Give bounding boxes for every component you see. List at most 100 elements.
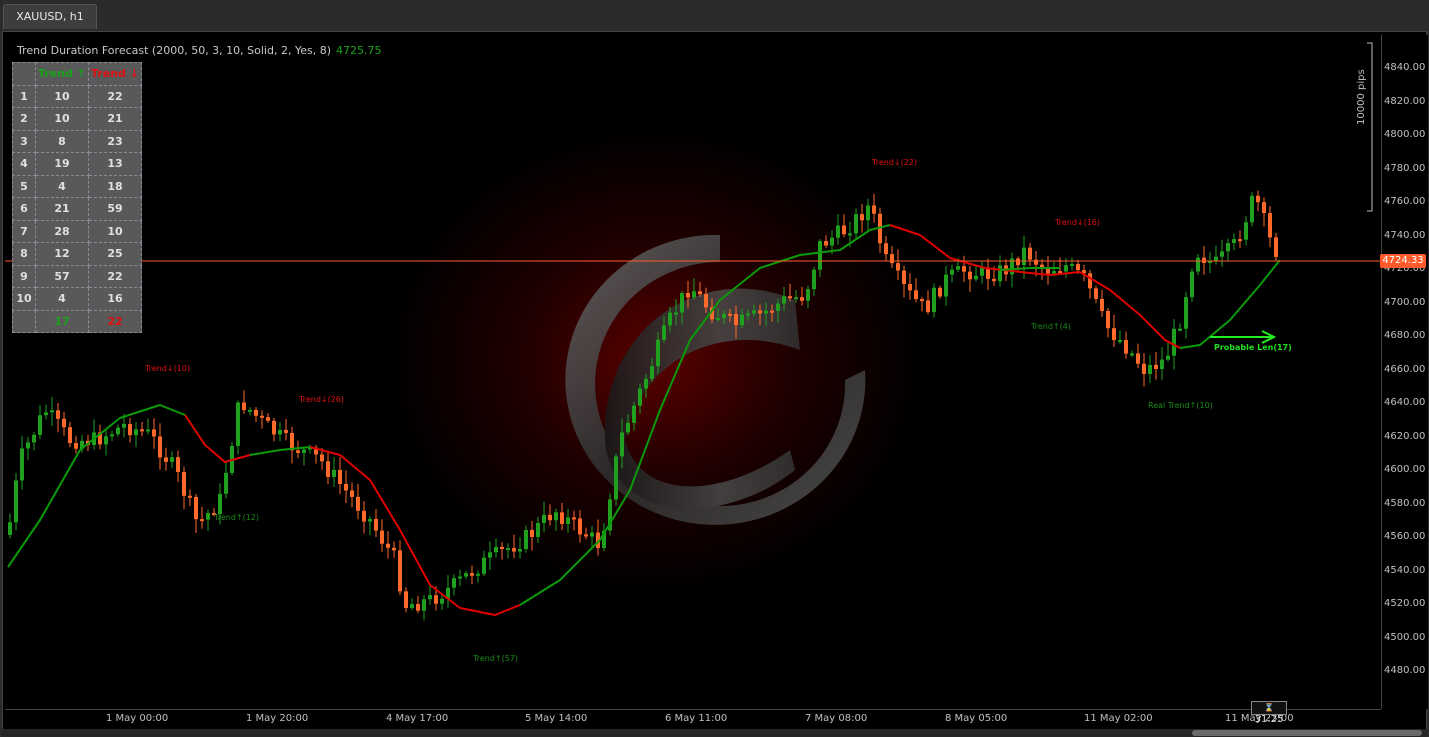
- candle-body: [758, 310, 762, 314]
- candle-body: [848, 233, 852, 236]
- candle-body: [566, 517, 570, 524]
- candle-body: [776, 303, 780, 311]
- table-row: 6 21 59: [12, 197, 142, 221]
- price-tick-label: 4820.00: [1384, 95, 1426, 107]
- candle-body: [494, 546, 498, 553]
- candle-body: [440, 598, 444, 604]
- candle-body: [488, 552, 492, 558]
- candle-body: [338, 469, 342, 484]
- row-index: 2: [12, 107, 36, 131]
- scrollbar-thumb[interactable]: [1192, 730, 1422, 736]
- candle-body: [242, 402, 246, 410]
- candle-body: [374, 518, 378, 531]
- price-tick-label: 4560.00: [1384, 531, 1426, 542]
- row-index: 3: [12, 129, 36, 153]
- candle-body: [914, 290, 918, 300]
- ctrader-logo-icon: [565, 234, 866, 525]
- candle-body: [650, 366, 654, 379]
- candle-body: [560, 512, 564, 524]
- candle-body: [1268, 213, 1272, 238]
- candle-body: [284, 429, 288, 433]
- candle-body: [458, 576, 462, 579]
- candle-body: [998, 265, 1002, 282]
- candle-body: [1190, 271, 1194, 298]
- candle-body: [956, 266, 960, 270]
- candle-body: [1232, 239, 1236, 244]
- candle-body: [104, 436, 108, 445]
- candle-body: [1058, 271, 1062, 274]
- candle-body: [464, 573, 468, 577]
- candle-body: [1148, 364, 1152, 374]
- candle-body: [824, 241, 828, 246]
- price-tick-label: 4700.00: [1384, 296, 1426, 308]
- candle-body: [896, 263, 900, 271]
- candle-body: [620, 432, 624, 457]
- annotation-trend-up-57: Trend↑(57): [473, 654, 519, 663]
- candle-body: [254, 409, 258, 416]
- trend-stats-table: Trend ↑ Trend ↓ 1 10 22 2 10 21 3 8 23 4 19 13 5 4 18 6…: [12, 62, 142, 333]
- candle-body: [782, 296, 786, 304]
- candle-body: [224, 472, 228, 494]
- candle-body: [410, 604, 414, 608]
- candle-body: [668, 312, 672, 326]
- row-index: 5: [12, 174, 36, 198]
- candle-body: [662, 325, 666, 340]
- price-tick-label: 4500.00: [1384, 631, 1426, 643]
- candle-body: [320, 454, 324, 462]
- candle-body: [806, 289, 810, 301]
- candle-body: [1070, 263, 1074, 266]
- candle-body: [1172, 328, 1176, 356]
- candle-body: [770, 310, 774, 313]
- candle-body: [1124, 340, 1128, 354]
- candle-body: [218, 493, 222, 514]
- trend-up-line-segment: [249, 446, 311, 456]
- price-tick-label: 4740.00: [1384, 229, 1426, 241]
- row-index: 4: [12, 152, 36, 176]
- candle-body: [32, 434, 36, 443]
- candle-body: [182, 472, 186, 496]
- candle-body: [506, 548, 510, 551]
- candle-body: [764, 310, 768, 314]
- candle-body: [266, 417, 270, 421]
- trend-down-cell: 22: [88, 84, 142, 108]
- candle-body: [992, 278, 996, 282]
- candle-body: [416, 604, 420, 611]
- trend-up-cell: 4: [35, 174, 89, 198]
- candle-body: [890, 254, 894, 264]
- trend-down-line-segment: [1079, 271, 1181, 349]
- trend-up-cell: 4: [35, 287, 89, 311]
- header-trend-down: Trend ↓: [88, 62, 142, 86]
- candle-body: [554, 512, 558, 521]
- table-row: 2 10 21: [12, 107, 142, 131]
- candle-body: [686, 293, 690, 298]
- candle-body: [572, 517, 576, 520]
- candle-body: [1154, 364, 1158, 370]
- trend-up-cell: 57: [35, 264, 89, 288]
- price-tick-label: 4600.00: [1384, 464, 1426, 475]
- candle-body: [938, 287, 942, 297]
- candle-body: [20, 448, 24, 481]
- price-tick-label: 4840.00: [1384, 62, 1426, 73]
- candle-body: [1256, 195, 1260, 203]
- price-tick-label: 4760.00: [1384, 196, 1426, 207]
- candle-body: [326, 461, 330, 477]
- annotation-real-trend-up-10: Real Trend↑(10): [1148, 401, 1213, 410]
- candle-body: [428, 595, 432, 600]
- pips-label: 10000 pips: [1356, 69, 1367, 125]
- annotation-trend-down-16: Trend↓(16): [1055, 218, 1101, 227]
- candle-body: [704, 294, 708, 308]
- candle-body: [116, 427, 120, 435]
- candle-body: [1238, 239, 1242, 242]
- table-row: 5 4 18: [12, 174, 142, 198]
- annotation-probable-len-17: Probable Len(17): [1214, 343, 1292, 352]
- trend-down-cell: 59: [88, 197, 142, 221]
- time-tick-label: 4 May 17:00: [386, 713, 449, 724]
- candle-body: [1142, 363, 1146, 374]
- bar-countdown-clock: ⌛ 31:25: [1251, 701, 1287, 725]
- candle-body: [248, 409, 252, 412]
- candle-body: [200, 519, 204, 522]
- candle-body: [512, 548, 516, 552]
- price-tick-label: 4480.00: [1384, 665, 1426, 676]
- candle-body: [1196, 257, 1200, 272]
- candle-body: [746, 313, 750, 316]
